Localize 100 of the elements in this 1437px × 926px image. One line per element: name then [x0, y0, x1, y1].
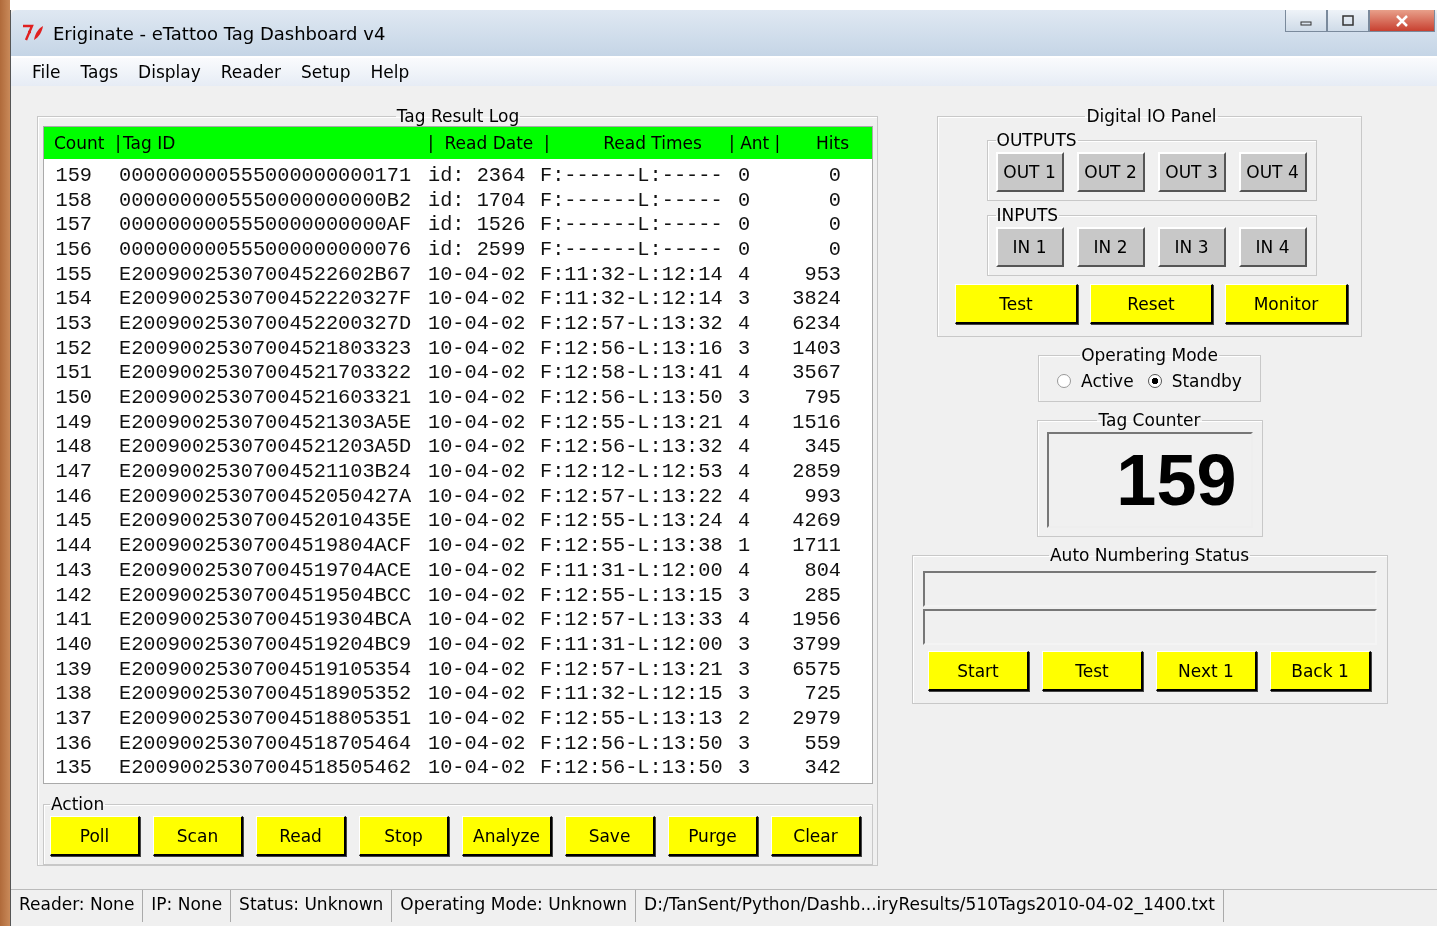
minimize-button[interactable]: [1285, 10, 1327, 32]
table-cell-text: id: 1526: [428, 213, 527, 237]
column-header[interactable]: Read Times: [576, 133, 729, 153]
radio-button[interactable]: [1057, 374, 1072, 388]
radio-label[interactable]: Active: [1081, 371, 1134, 391]
table-cell-text: E20090025307004519204BC9: [119, 632, 413, 656]
table-cell-text: 10-04-02: [428, 756, 527, 780]
io-button[interactable]: Test: [955, 284, 1078, 324]
input-button[interactable]: IN 3: [1157, 227, 1226, 267]
table-cell-text: 0: [827, 213, 841, 237]
radio-button[interactable]: [1147, 374, 1162, 388]
table-cell-text: 10-04-02: [428, 583, 527, 607]
table-cell-text: 1711: [791, 534, 841, 558]
table-cell-text: 953: [803, 262, 841, 286]
table-cell-text: 153: [54, 311, 92, 335]
action-button[interactable]: Save: [565, 816, 655, 856]
numbering-button[interactable]: Test: [1042, 651, 1143, 691]
table-cell-text: 3: [738, 336, 752, 360]
action-button[interactable]: Stop: [359, 816, 449, 856]
table-cell-text: 0: [738, 188, 752, 212]
table-cell-text: E20090025307004521803323: [119, 336, 413, 360]
io-button[interactable]: Monitor: [1225, 284, 1348, 324]
table-cell-text: F:11:32-L:12:15: [540, 682, 724, 706]
numbering-button[interactable]: Back 1: [1270, 651, 1371, 691]
action-button[interactable]: Analyze: [462, 816, 552, 856]
table-cell-text: 10-04-02: [428, 336, 527, 360]
io-button[interactable]: Reset: [1090, 284, 1213, 324]
status-field[interactable]: [922, 571, 1377, 607]
table-cell-text: 3: [738, 731, 752, 755]
menu-item[interactable]: File: [23, 60, 70, 84]
close-button[interactable]: [1369, 10, 1435, 32]
table-cell-text: E2009002530700452200327D: [119, 311, 413, 335]
table-cell-text: 4: [738, 262, 752, 286]
output-button[interactable]: OUT 4: [1238, 152, 1307, 192]
table-cell-text: 2979: [791, 706, 841, 730]
table-cell-text: 725: [803, 682, 841, 706]
action-button[interactable]: Read: [256, 816, 346, 856]
table-cell-text: 138: [54, 682, 92, 706]
table-cell-text: 159: [54, 163, 92, 187]
numbering-button[interactable]: Start: [928, 651, 1029, 691]
table-cell-text: 157: [54, 213, 92, 237]
maximize-button[interactable]: [1327, 10, 1369, 32]
table-cell-text: 993: [803, 484, 841, 508]
radio-label[interactable]: Standby: [1171, 371, 1242, 391]
column-header[interactable]: Count |: [54, 133, 123, 153]
table-cell-text: F:12:57-L:13:32: [540, 311, 724, 335]
table-cell-text: 10-04-02: [428, 386, 527, 410]
table-cell-text: 0: [827, 163, 841, 187]
action-button[interactable]: Purge: [668, 816, 758, 856]
menu-item[interactable]: Tags: [71, 60, 128, 84]
table-cell-text: 3: [738, 632, 752, 656]
column-header[interactable]: Hits: [789, 133, 849, 153]
table-cell-text: 4269: [791, 509, 841, 533]
table-cell-text: 1403: [791, 336, 841, 360]
menu-item[interactable]: Display: [129, 60, 210, 84]
column-header[interactable]: | Read Date |: [428, 133, 576, 153]
input-button[interactable]: IN 2: [1076, 227, 1145, 267]
table-cell-text: E20090025307004518905352: [119, 682, 413, 706]
table-cell-text: 1: [738, 534, 752, 558]
table-cell-text: 10-04-02: [428, 558, 527, 582]
numbering-button[interactable]: Next 1: [1156, 651, 1257, 691]
table-cell-text: 6234: [791, 311, 841, 335]
action-button[interactable]: Poll: [50, 816, 140, 856]
table-cell-text: F:12:55-L:13:13: [540, 706, 724, 730]
action-button[interactable]: Clear: [771, 816, 861, 856]
table-cell-text: E20090025307004519304BCA: [119, 608, 413, 632]
status-field[interactable]: [922, 609, 1377, 645]
window-title: Eriginate - eTattoo Tag Dashboard v4: [53, 22, 386, 44]
input-button[interactable]: IN 1: [995, 227, 1064, 267]
group-title: Tag Counter: [1097, 410, 1202, 430]
table-cell-text: F:12:55-L:13:21: [540, 410, 724, 434]
table-cell-text: 6575: [791, 657, 841, 681]
output-button[interactable]: OUT 3: [1157, 152, 1226, 192]
table-cell-text: F:12:56-L:13:16: [540, 336, 724, 360]
group-title: Digital IO Panel: [1085, 106, 1218, 126]
table-cell-text: 140: [54, 632, 92, 656]
group-title: INPUTS: [995, 205, 1060, 225]
table-cell-text: E20090025307004522602B67: [119, 262, 413, 286]
column-header[interactable]: | Ant |: [729, 133, 789, 153]
table-cell-text: 4: [738, 410, 752, 434]
table-cell-text: 804: [803, 558, 841, 582]
table-cell-text: E20090025307004521303A5E: [119, 410, 413, 434]
table-cell-text: 0: [827, 188, 841, 212]
input-button[interactable]: IN 4: [1238, 227, 1307, 267]
action-button[interactable]: Scan: [153, 816, 243, 856]
menu-item[interactable]: Reader: [211, 60, 290, 84]
group-title: Auto Numbering Status: [1049, 545, 1250, 565]
column-header[interactable]: Tag ID: [123, 133, 428, 153]
status-segment: Reader: None: [11, 890, 144, 922]
menu-item[interactable]: Help: [361, 60, 419, 84]
table-cell-text: F:12:12-L:12:53: [540, 460, 724, 484]
table-cell-text: 152: [54, 336, 92, 360]
output-button[interactable]: OUT 1: [995, 152, 1064, 192]
table-cell-text: F:------L:-----: [540, 213, 724, 237]
table-cell-text: 3: [738, 756, 752, 780]
output-button[interactable]: OUT 2: [1076, 152, 1145, 192]
table-cell-text: F:12:56-L:13:50: [540, 386, 724, 410]
table-cell-text: 10-04-02: [428, 657, 527, 681]
menu-item[interactable]: Setup: [291, 60, 360, 84]
table-cell-text: 0: [827, 237, 841, 261]
